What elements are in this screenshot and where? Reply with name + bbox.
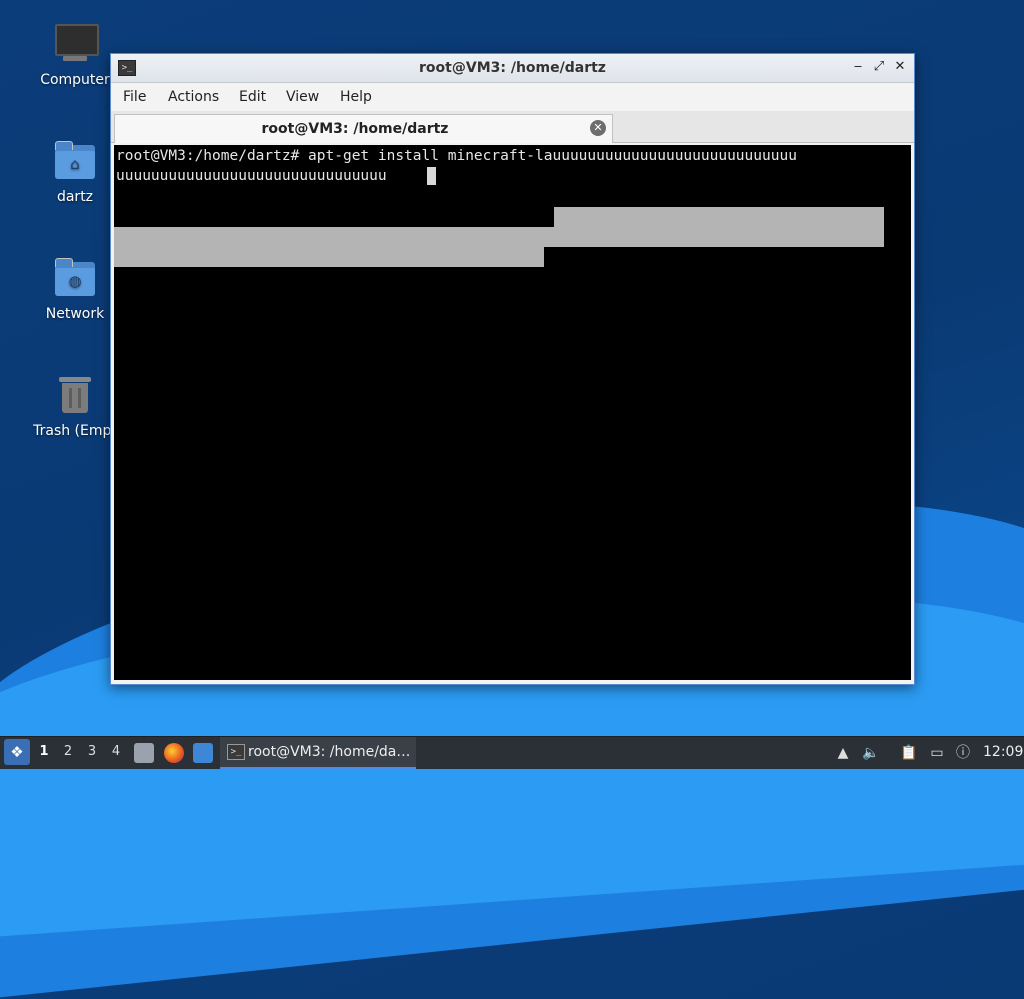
network-icon[interactable]: ▭ bbox=[928, 744, 946, 762]
network-folder-icon: ◍ bbox=[53, 256, 97, 300]
workspace-1[interactable]: 1 bbox=[34, 744, 54, 759]
selection-highlight bbox=[554, 207, 884, 227]
desktop-icon-network[interactable]: ◍ Network bbox=[27, 256, 123, 322]
computer-icon bbox=[53, 22, 99, 66]
menu-actions[interactable]: Actions bbox=[168, 89, 219, 105]
home-folder-icon: ⌂ bbox=[53, 139, 97, 183]
window-titlebar[interactable]: >_ root@VM3: /home/dartz ‒ ⤢ ✕ bbox=[111, 54, 914, 83]
volume-icon[interactable]: 🔈 bbox=[862, 744, 880, 762]
desktop-icon-label: dartz bbox=[56, 189, 94, 205]
terminal-line-1: root@VM3:/home/dartz# apt-get install mi… bbox=[116, 148, 797, 164]
menu-help[interactable]: Help bbox=[340, 89, 372, 105]
taskbar: ❖ 1 2 3 4 >_ root@VM3: /home/da… ▲ 🔈 📋 ▭… bbox=[0, 736, 1024, 769]
firefox-icon[interactable] bbox=[164, 743, 184, 763]
menu-bar: File Actions Edit View Help bbox=[111, 83, 914, 111]
tray-arrow-icon[interactable]: ▲ bbox=[834, 744, 852, 762]
desktop-icon-label: Network bbox=[45, 306, 105, 322]
workspace-2[interactable]: 2 bbox=[58, 744, 78, 759]
show-desktop-icon[interactable] bbox=[193, 743, 213, 763]
desktop-icon-label: Trash (Empt bbox=[33, 423, 117, 439]
tab-close-icon[interactable]: ✕ bbox=[590, 120, 606, 136]
selection-highlight bbox=[114, 227, 884, 247]
workspace-4[interactable]: 4 bbox=[106, 744, 126, 759]
app-menu-icon[interactable]: ❖ bbox=[4, 739, 30, 765]
tab-terminal[interactable]: root@VM3: /home/dartz ✕ bbox=[114, 114, 613, 143]
desktop-icon-computer[interactable]: Computer bbox=[27, 22, 123, 88]
desktop-icon-home[interactable]: ⌂ dartz bbox=[27, 139, 123, 205]
terminal-cursor bbox=[427, 167, 436, 185]
maximize-icon[interactable]: ⤢ bbox=[871, 59, 887, 75]
menu-edit[interactable]: Edit bbox=[239, 89, 266, 105]
terminal-icon: >_ bbox=[227, 744, 245, 760]
update-icon[interactable]: ⓘ bbox=[954, 744, 972, 762]
task-label: root@VM3: /home/da… bbox=[248, 744, 411, 760]
clock: 12:09 bbox=[983, 744, 1024, 760]
trash-icon bbox=[53, 373, 97, 417]
minimize-icon[interactable]: ‒ bbox=[850, 59, 866, 75]
desktop-icon-label: Computer bbox=[40, 72, 110, 88]
file-manager-icon[interactable] bbox=[134, 743, 154, 763]
tab-bar: root@VM3: /home/dartz ✕ bbox=[111, 111, 914, 143]
window-title: root@VM3: /home/dartz bbox=[419, 60, 606, 76]
terminal-window: >_ root@VM3: /home/dartz ‒ ⤢ ✕ File Acti… bbox=[110, 53, 915, 685]
tab-label: root@VM3: /home/dartz bbox=[261, 121, 449, 137]
workspace-3[interactable]: 3 bbox=[82, 744, 102, 759]
terminal-line-2: uuuuuuuuuuuuuuuuuuuuuuuuuuuuuuu bbox=[116, 168, 387, 184]
selection-highlight bbox=[114, 247, 544, 267]
clipboard-icon[interactable]: 📋 bbox=[900, 744, 918, 762]
desktop-icon-trash[interactable]: Trash (Empt bbox=[27, 373, 123, 439]
terminal-area[interactable]: root@VM3:/home/dartz# apt-get install mi… bbox=[114, 145, 911, 680]
menu-file[interactable]: File bbox=[123, 89, 146, 105]
taskbar-task-terminal[interactable]: >_ root@VM3: /home/da… bbox=[220, 737, 416, 769]
close-icon[interactable]: ✕ bbox=[892, 59, 908, 75]
menu-view[interactable]: View bbox=[286, 89, 319, 105]
